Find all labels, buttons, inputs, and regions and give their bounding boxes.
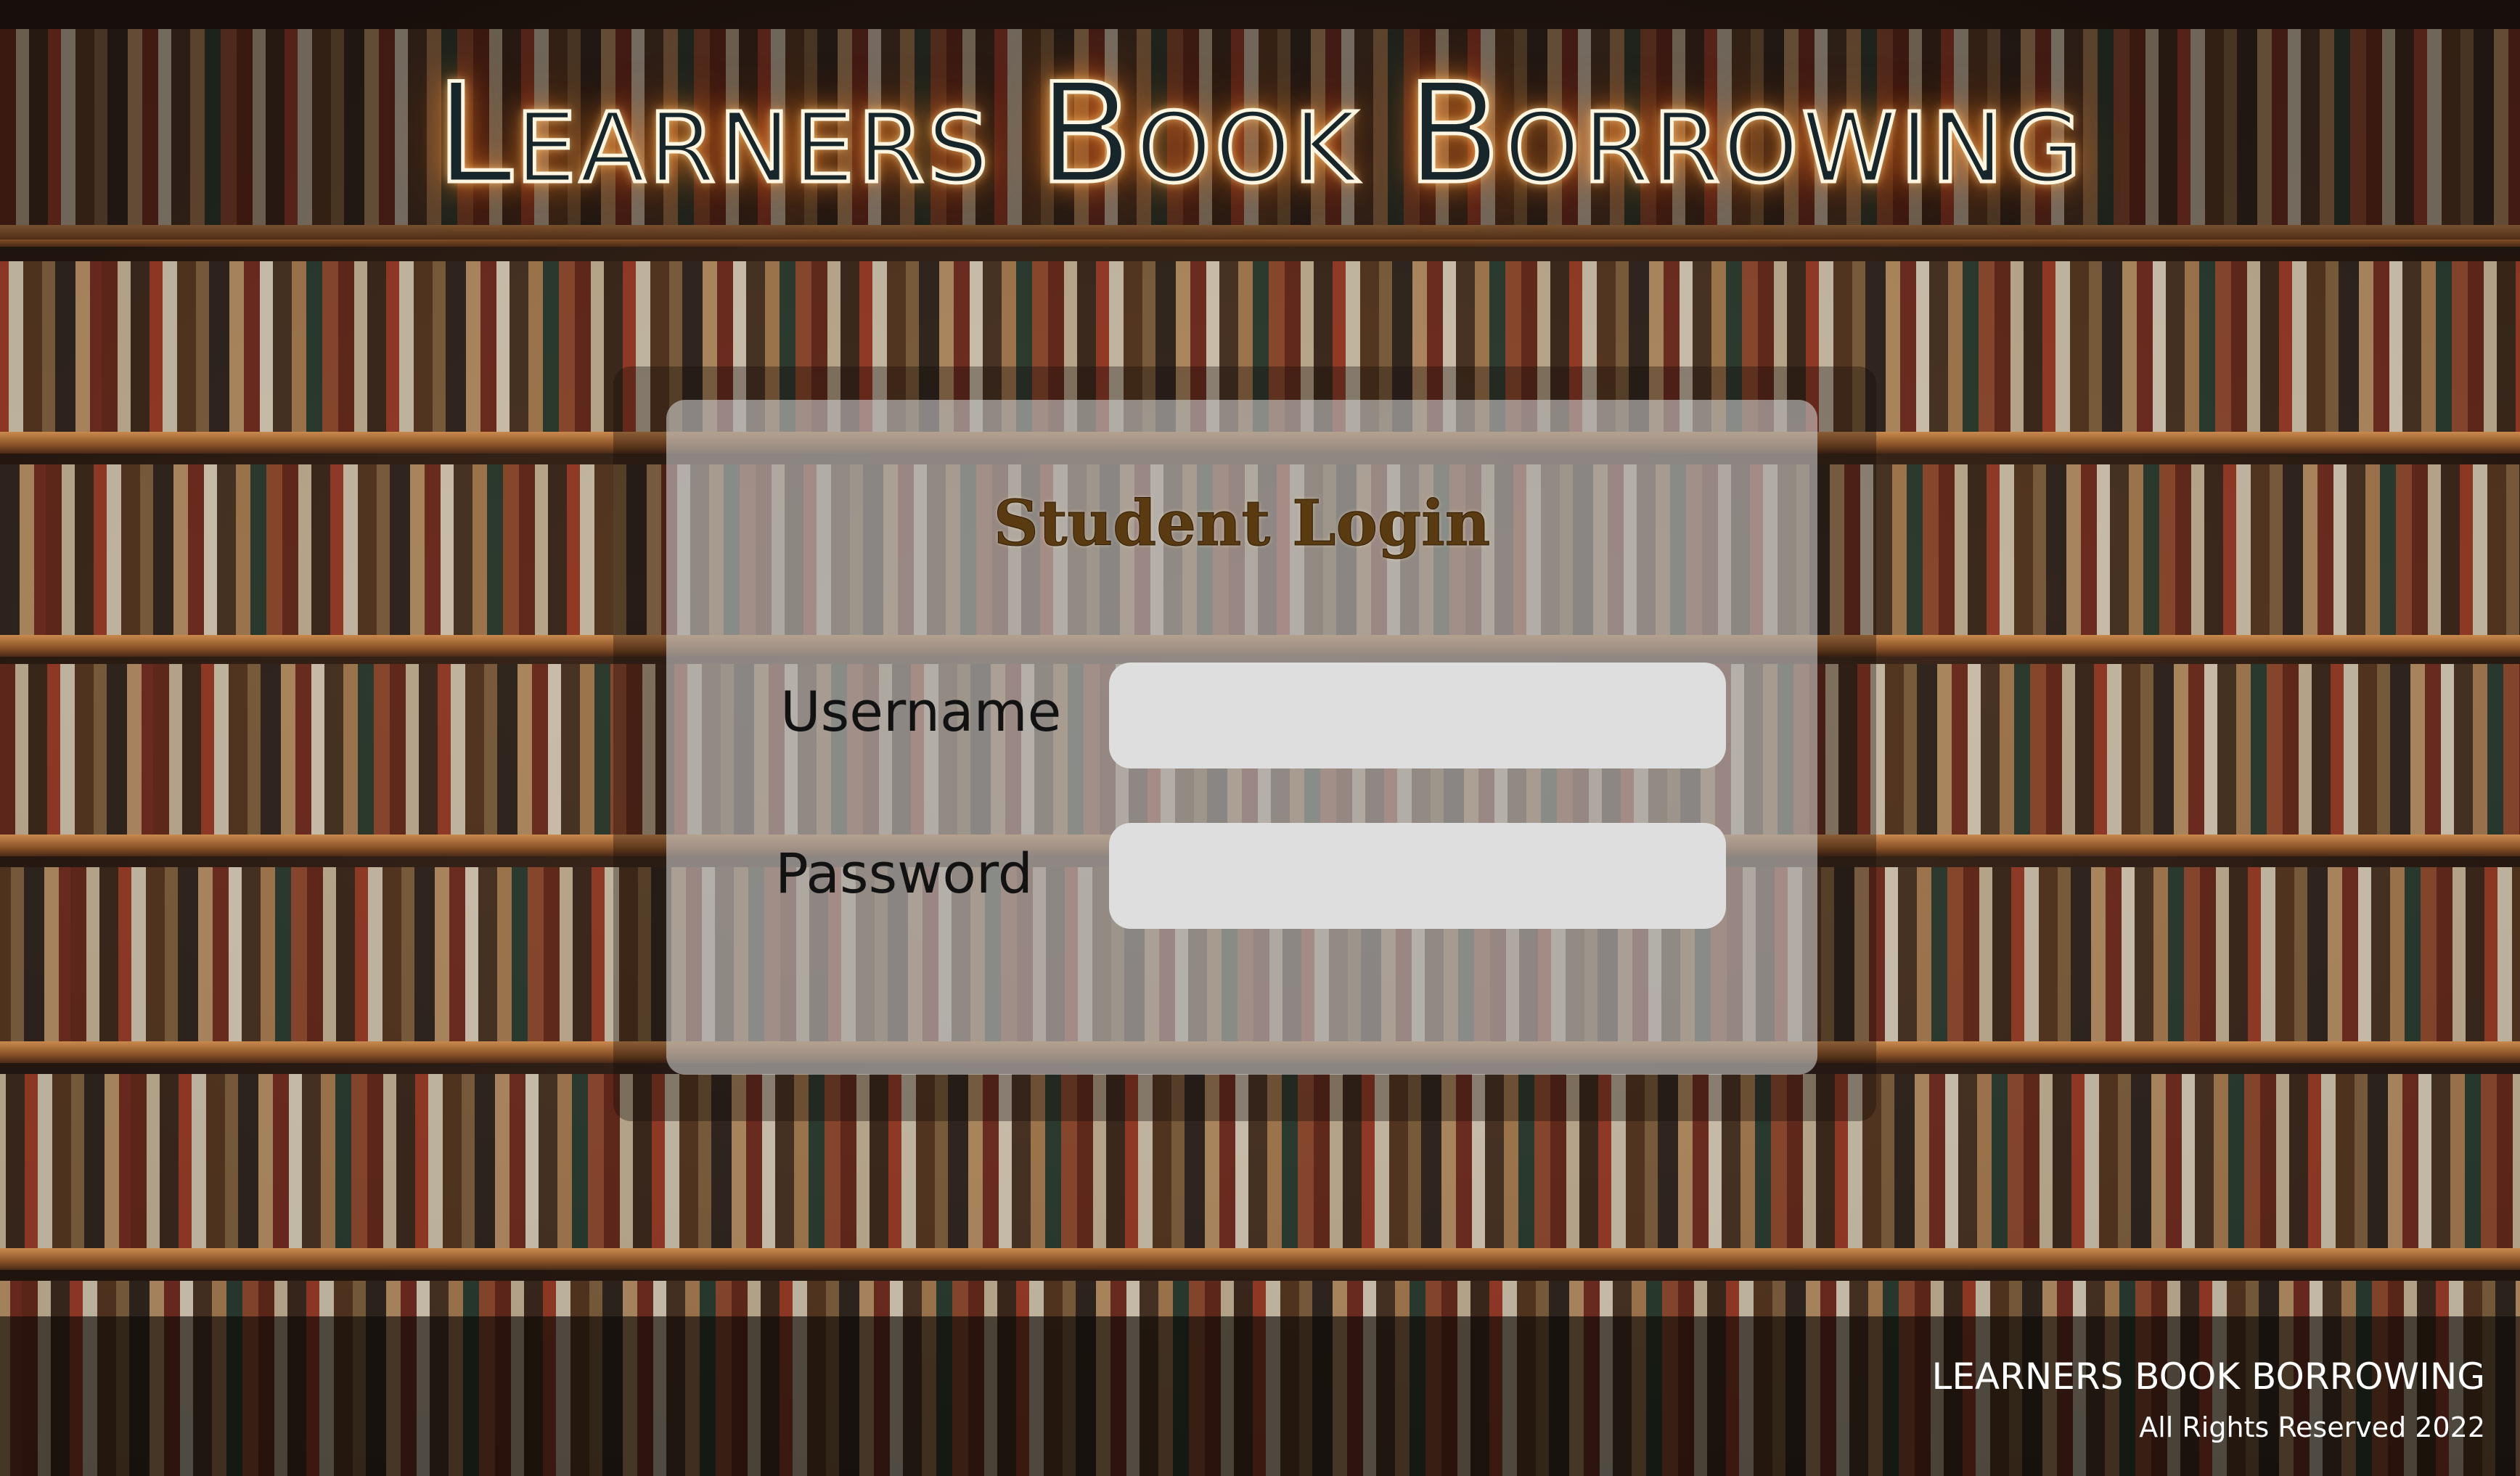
username-input[interactable] [1109, 663, 1726, 768]
page-title: Learners Book Borrowing [434, 54, 2085, 214]
shelf-plank [0, 1248, 2520, 1270]
footer-brand: LEARNERS BOOK BORROWING [1931, 1356, 2485, 1398]
login-page: Learners Book Borrowing Student Login Us… [0, 0, 2520, 1476]
password-input[interactable] [1109, 823, 1726, 929]
login-card: Student Login Username Password [666, 400, 1817, 1075]
username-label: Username [780, 679, 1062, 744]
login-title: Student Login [993, 487, 1491, 561]
password-label: Password [775, 841, 1033, 906]
footer-copyright: All Rights Reserved 2022 [2139, 1411, 2485, 1443]
